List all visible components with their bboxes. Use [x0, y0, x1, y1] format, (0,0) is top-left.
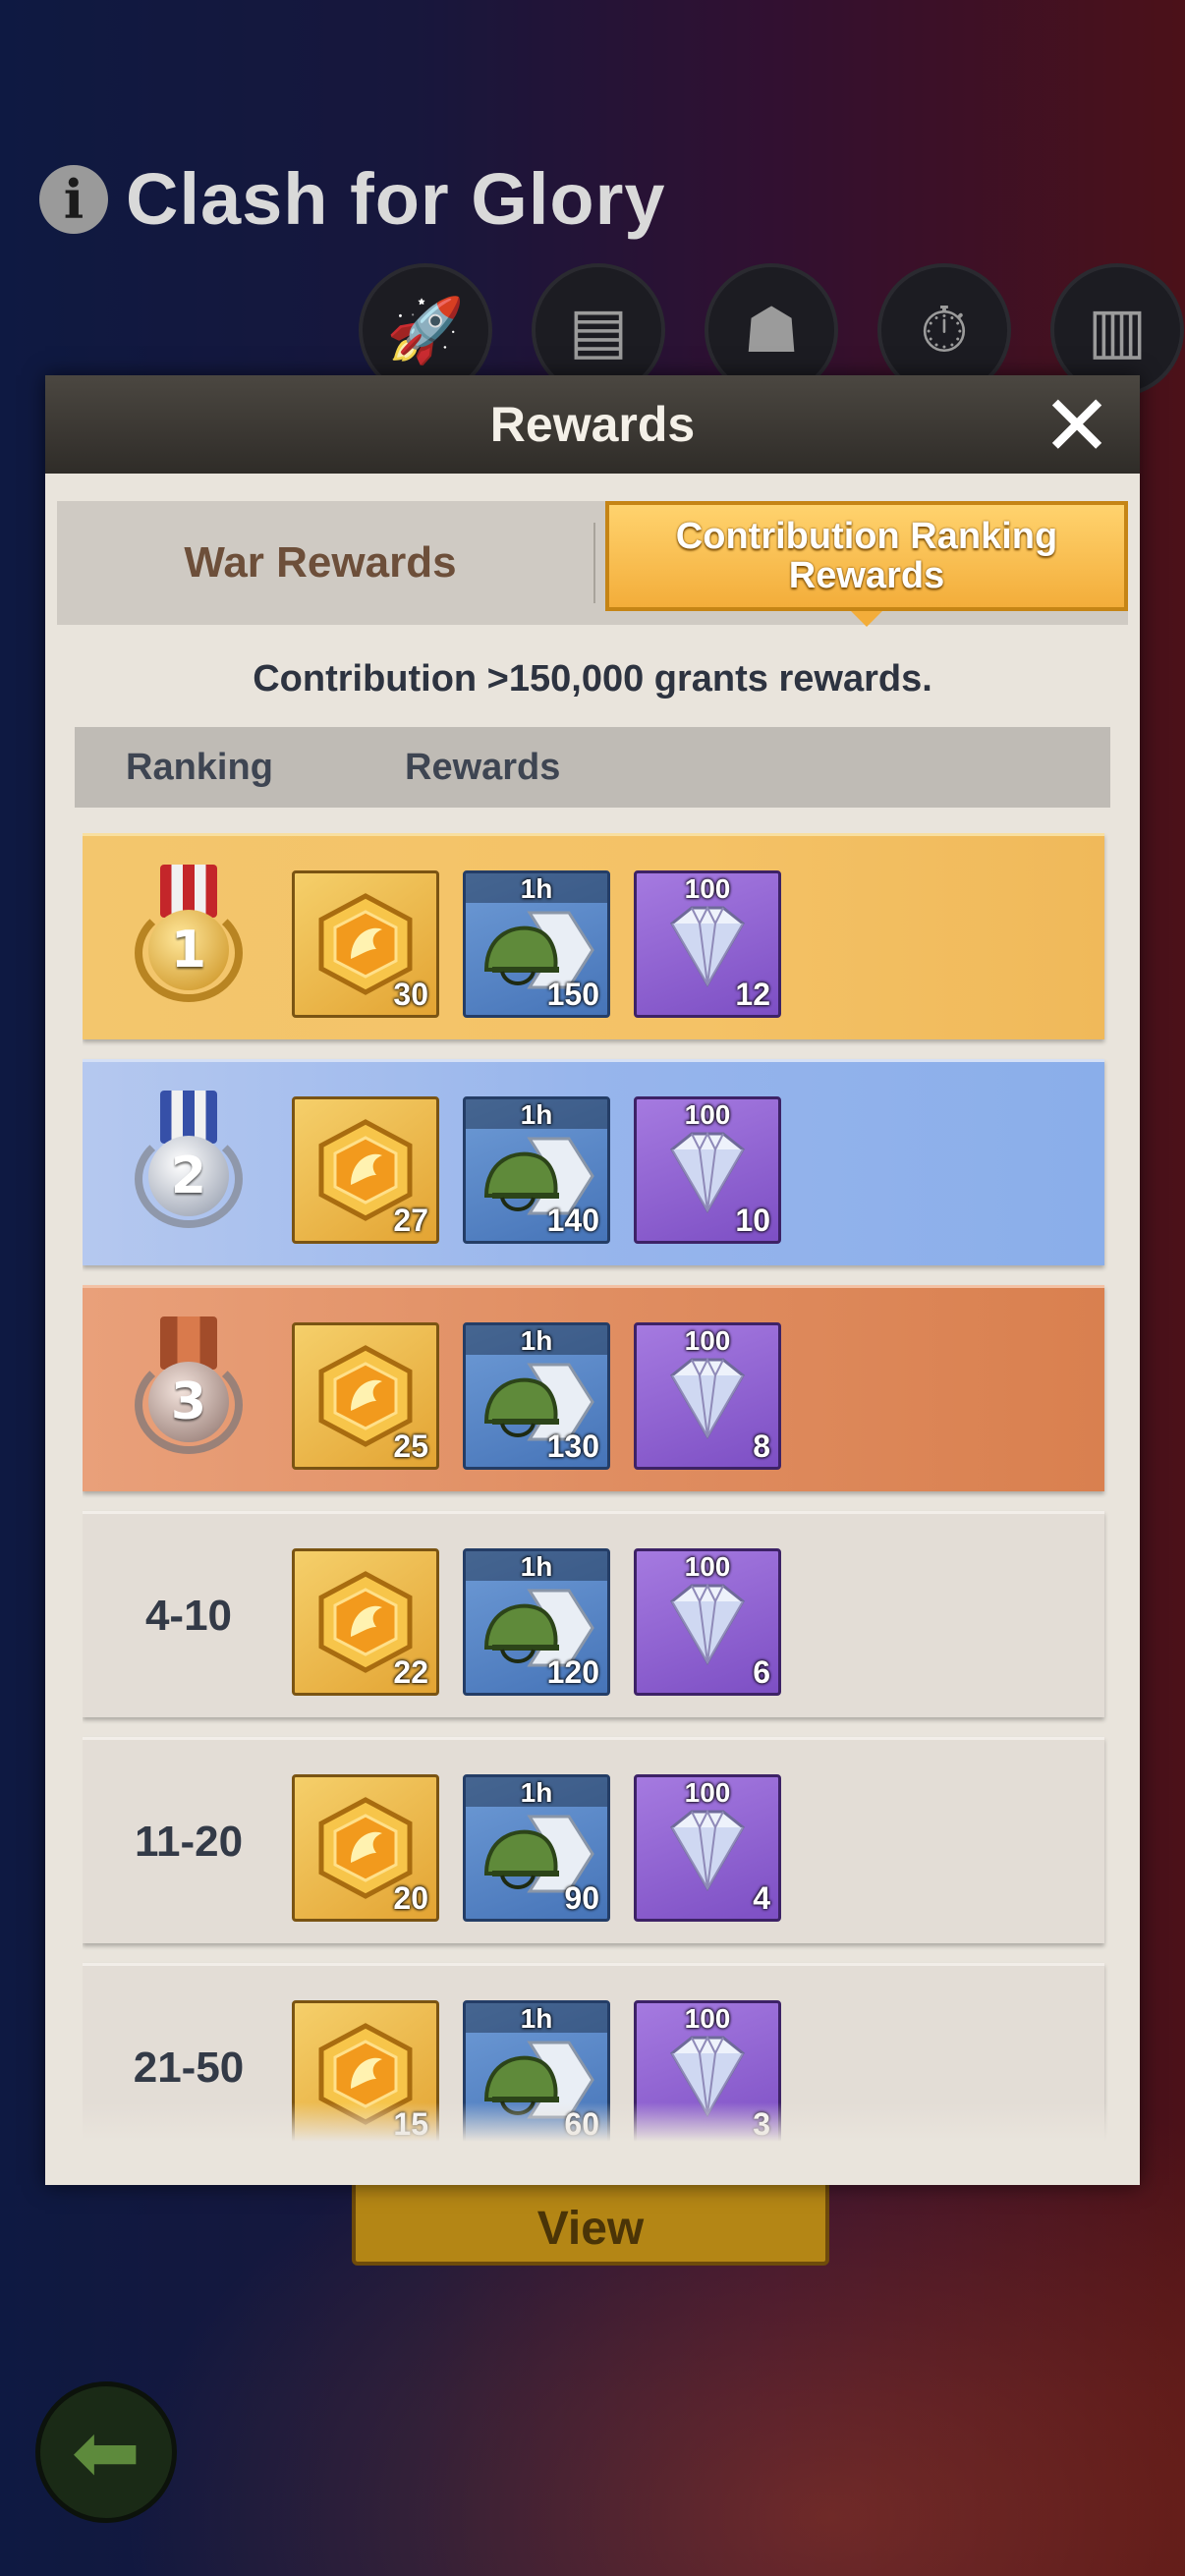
speedup-duration: 1h — [520, 1325, 553, 1356]
tab-contribution-ranking-rewards[interactable]: Contribution Ranking Rewards — [605, 501, 1128, 611]
reward-row: 4-10 22 1h 120 100 6 — [83, 1511, 1104, 1717]
speedup-item[interactable]: 1h 130 — [463, 1322, 610, 1470]
honor-medal-item[interactable]: 20 — [292, 1774, 439, 1922]
speedup-item[interactable]: 1h 90 — [463, 1774, 610, 1922]
gem-amount: 100 — [684, 873, 731, 904]
event-title: Clash for Glory — [126, 158, 666, 240]
item-quantity: 120 — [546, 1654, 599, 1690]
gem-item[interactable]: 100 12 — [634, 870, 781, 1018]
gem-item[interactable]: 100 6 — [634, 1548, 781, 1696]
gem-amount: 100 — [684, 1099, 731, 1130]
item-quantity: 150 — [546, 977, 599, 1012]
gem-amount: 100 — [684, 1551, 731, 1582]
item-quantity: 10 — [735, 1203, 770, 1238]
reward-items: 22 1h 120 100 6 — [292, 1548, 781, 1696]
item-quantity: 30 — [393, 977, 428, 1012]
item-quantity: 8 — [753, 1428, 770, 1464]
speedup-item[interactable]: 1h 120 — [463, 1548, 610, 1696]
honor-medal-item[interactable]: 22 — [292, 1548, 439, 1696]
item-quantity: 90 — [564, 1880, 599, 1916]
rank-cell: 4-10 — [83, 1514, 295, 1717]
reward-row: 3 25 1h 130 100 8 — [83, 1285, 1104, 1491]
close-icon[interactable]: ✕ — [1036, 377, 1118, 476]
gem-item[interactable]: 100 4 — [634, 1774, 781, 1922]
rank-cell: 11-20 — [83, 1740, 295, 1943]
rank-label: 21-50 — [133, 2043, 245, 2092]
reward-row: 2 27 1h 140 100 10 — [83, 1059, 1104, 1265]
modal-header: Rewards ✕ — [45, 375, 1140, 476]
speedup-duration: 1h — [520, 2003, 553, 2034]
modal-title: Rewards — [489, 397, 696, 452]
back-arrow-icon[interactable]: ⬅ — [35, 2381, 177, 2523]
reward-row: 11-20 20 1h 90 100 4 — [83, 1737, 1104, 1943]
item-quantity: 130 — [546, 1428, 599, 1464]
rank-cell: 2 — [83, 1062, 295, 1265]
tab-bar: War Rewards Contribution Ranking Rewards — [57, 501, 1128, 627]
reward-items: 30 1h 150 100 12 — [292, 870, 781, 1018]
reward-list[interactable]: 1 30 1h 150 100 12 2 27 1h 140 100 10 3 25 1h 130 100 8 4-… — [83, 833, 1108, 2142]
table-header: Ranking Rewards — [75, 727, 1110, 808]
active-tab-pointer — [851, 611, 882, 627]
rank-medal-icon: 3 — [135, 1316, 243, 1464]
gem-amount: 100 — [684, 2003, 731, 2034]
reward-items: 27 1h 140 100 10 — [292, 1096, 781, 1244]
item-quantity: 25 — [393, 1428, 428, 1464]
medal-rank-number: 2 — [148, 1135, 229, 1216]
honor-medal-item[interactable]: 30 — [292, 870, 439, 1018]
item-quantity: 6 — [753, 1654, 770, 1690]
reward-items: 25 1h 130 100 8 — [292, 1322, 781, 1470]
rank-medal-icon: 2 — [135, 1090, 243, 1238]
speedup-duration: 1h — [520, 1551, 553, 1582]
threshold-text: Contribution >150,000 grants rewards. — [253, 658, 932, 700]
gem-amount: 100 — [684, 1777, 731, 1808]
gem-item[interactable]: 100 10 — [634, 1096, 781, 1244]
rank-label: 11-20 — [134, 1817, 244, 1866]
speedup-duration: 1h — [520, 873, 553, 904]
item-quantity: 140 — [546, 1203, 599, 1238]
item-quantity: 12 — [735, 977, 770, 1012]
scroll-fade — [83, 2102, 1108, 2142]
rewards-modal: Rewards ✕ War Rewards Contribution Ranki… — [45, 375, 1140, 2185]
rank-label: 4-10 — [144, 1591, 233, 1640]
item-quantity: 20 — [393, 1880, 428, 1916]
medal-rank-number: 3 — [148, 1361, 229, 1442]
rank-cell: 3 — [83, 1288, 295, 1491]
rank-cell: 1 — [83, 836, 295, 1039]
reward-items: 20 1h 90 100 4 — [292, 1774, 781, 1922]
info-icon[interactable]: i — [39, 164, 108, 234]
speedup-duration: 1h — [520, 1099, 553, 1130]
item-quantity: 27 — [393, 1203, 428, 1238]
honor-medal-item[interactable]: 25 — [292, 1322, 439, 1470]
event-header: i Clash for Glory — [39, 157, 666, 241]
speedup-item[interactable]: 1h 150 — [463, 870, 610, 1018]
speedup-item[interactable]: 1h 140 — [463, 1096, 610, 1244]
column-rewards: Rewards — [405, 746, 561, 788]
speedup-duration: 1h — [520, 1777, 553, 1808]
gem-item[interactable]: 100 8 — [634, 1322, 781, 1470]
column-ranking: Ranking — [126, 746, 273, 788]
tab-divider — [593, 523, 595, 603]
item-quantity: 4 — [753, 1880, 770, 1916]
medal-rank-number: 1 — [148, 909, 229, 990]
reward-row: 1 30 1h 150 100 12 — [83, 833, 1104, 1039]
item-quantity: 22 — [393, 1654, 428, 1690]
rank-medal-icon: 1 — [135, 864, 243, 1012]
gem-amount: 100 — [684, 1325, 731, 1356]
tab-war-rewards[interactable]: War Rewards — [57, 501, 584, 625]
honor-medal-item[interactable]: 27 — [292, 1096, 439, 1244]
